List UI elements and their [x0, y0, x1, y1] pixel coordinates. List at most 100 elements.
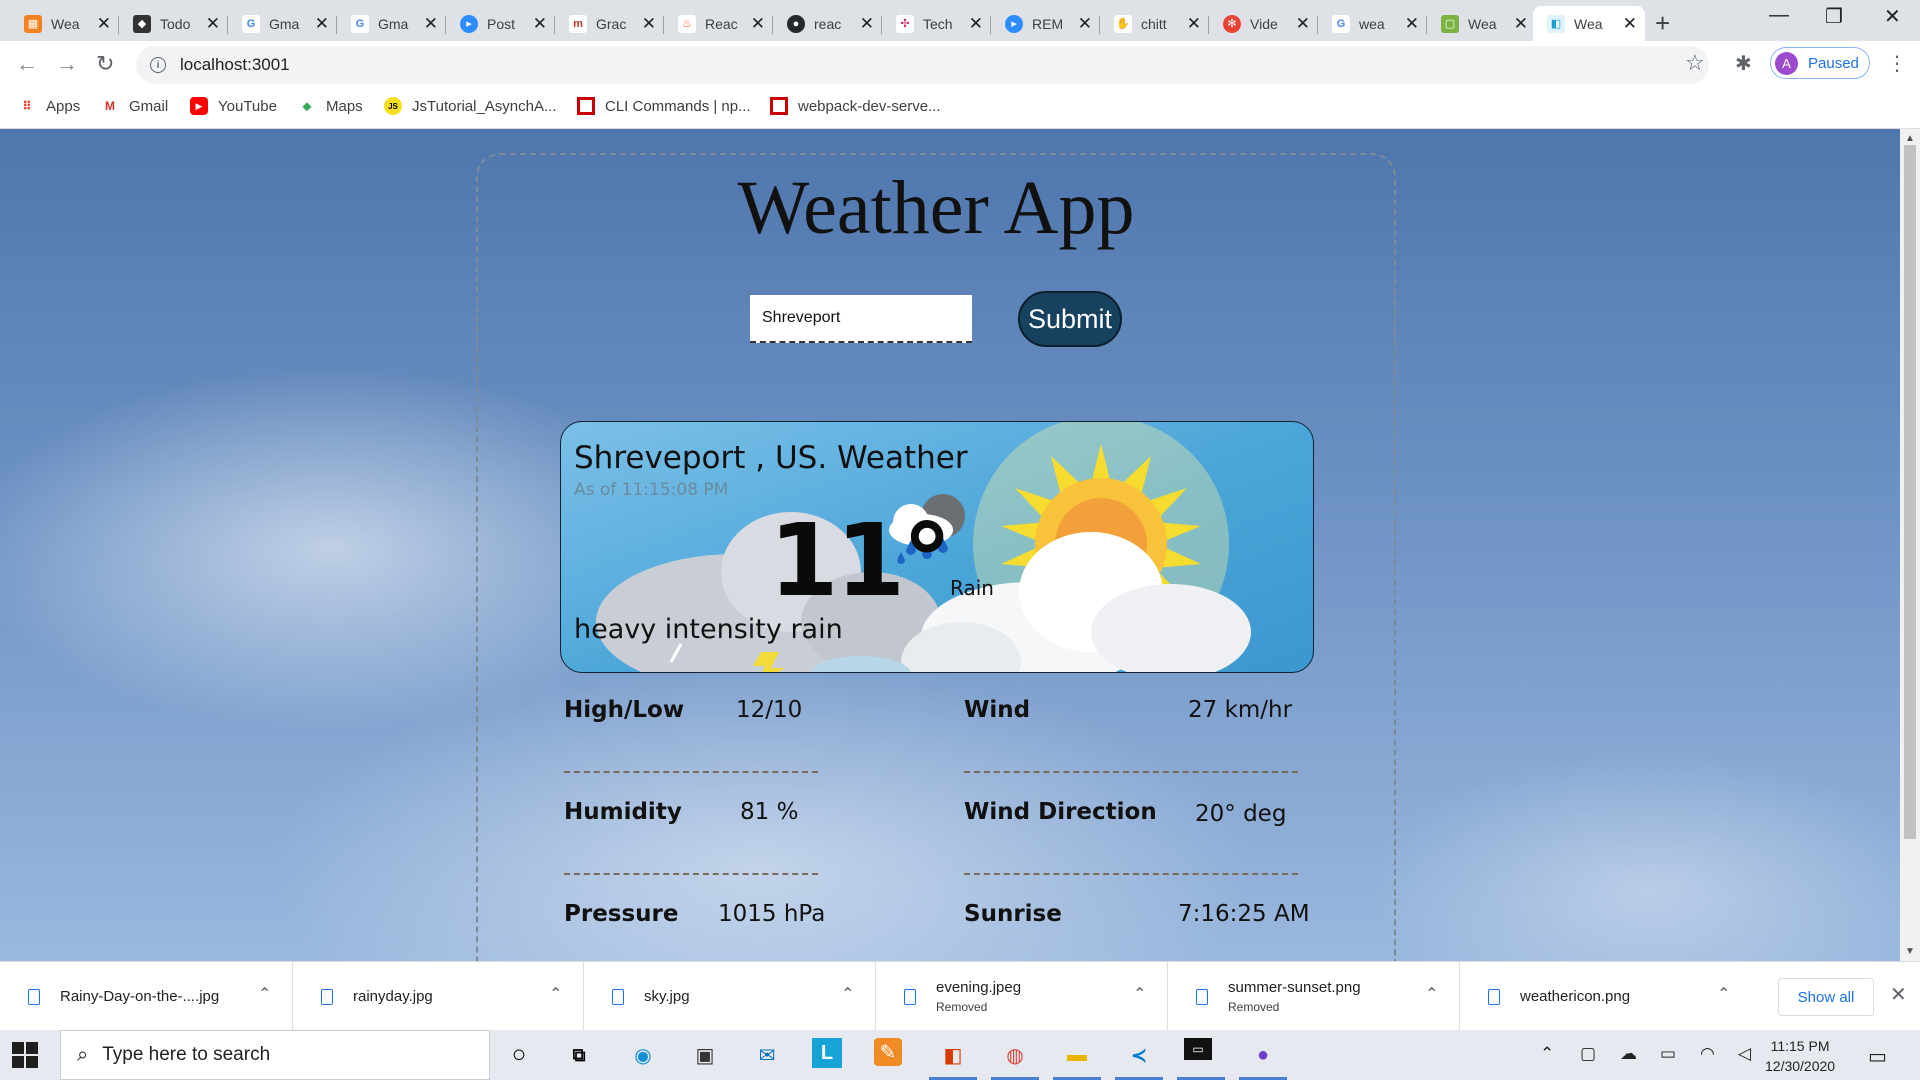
tab-gmail-2[interactable]: G Gma ✕: [337, 6, 446, 41]
profile-button[interactable]: A Paused: [1770, 47, 1870, 79]
chevron-up-icon[interactable]: ⌃: [258, 984, 271, 1004]
forward-arrow-icon[interactable]: →: [56, 51, 78, 77]
tab-chitt[interactable]: ✋ chitt ✕: [1100, 6, 1209, 41]
volume-icon[interactable]: ◁: [1738, 1044, 1751, 1064]
orange-app-icon[interactable]: ✎: [874, 1038, 902, 1066]
file-explorer-icon[interactable]: ▬: [1060, 1038, 1094, 1072]
weather-card: Shreveport , US. Weather As of 11:15:08 …: [560, 421, 1314, 673]
download-filename: evening.jpeg: [936, 979, 1022, 996]
close-shelf-icon[interactable]: ✕: [1890, 982, 1907, 1007]
close-icon[interactable]: ✕: [1405, 14, 1419, 34]
tab-rem[interactable]: ▸ REM ✕: [991, 6, 1100, 41]
device-icon[interactable]: ▢: [1580, 1044, 1596, 1064]
bookmark-cli-commands[interactable]: CLI Commands | np...: [577, 97, 751, 115]
tab-weather-2[interactable]: ▢ Wea ✕: [1427, 6, 1536, 41]
close-icon[interactable]: ✕: [1514, 14, 1528, 34]
windows-start-icon[interactable]: [12, 1042, 38, 1068]
tab-grace[interactable]: m Grac ✕: [555, 6, 664, 41]
close-icon[interactable]: ✕: [1187, 14, 1201, 34]
vscode-icon[interactable]: ≺: [1122, 1038, 1156, 1072]
tab-todo[interactable]: ◆ Todo ✕: [119, 6, 228, 41]
close-icon[interactable]: ✕: [424, 14, 438, 34]
tab-gmail-1[interactable]: G Gma ✕: [228, 6, 337, 41]
bookmark-maps[interactable]: ⬥ Maps: [298, 97, 363, 115]
tab-title: Gma: [269, 15, 300, 32]
close-icon[interactable]: ✕: [1296, 14, 1310, 34]
scrollbar-thumb[interactable]: [1904, 145, 1916, 839]
bookmark-youtube[interactable]: ▶ YouTube: [190, 97, 277, 115]
chevron-up-icon[interactable]: ⌃: [841, 984, 854, 1004]
city-search-input[interactable]: [750, 295, 972, 343]
tab-react-github[interactable]: ● reac ✕: [773, 6, 882, 41]
system-clock[interactable]: 11:15 PM 12/30/2020: [1765, 1036, 1835, 1076]
bookmark-apps[interactable]: ⠿ Apps: [18, 97, 80, 115]
stat-sunrise: Sunrise 7:16:25 AM: [964, 877, 1310, 961]
close-icon[interactable]: ✕: [969, 14, 983, 34]
tray-chevron-up-icon[interactable]: ⌃: [1540, 1044, 1554, 1064]
chevron-up-icon[interactable]: ⌃: [1717, 984, 1730, 1004]
minimize-icon[interactable]: —: [1769, 4, 1789, 27]
download-item[interactable]: weathericon.png ⌃: [1460, 962, 1752, 1031]
extensions-puzzle-icon[interactable]: ✱: [1735, 51, 1752, 76]
close-icon[interactable]: ✕: [1078, 14, 1092, 34]
tab-react-1[interactable]: ♨ Reac ✕: [664, 6, 773, 41]
info-icon[interactable]: i: [150, 57, 166, 73]
pinwheel-icon: ✻: [1223, 14, 1241, 33]
download-item[interactable]: Rainy-Day-on-the-....jpg ⌃: [0, 962, 293, 1031]
download-item[interactable]: evening.jpeg Removed ⌃: [876, 962, 1168, 1031]
scroll-up-icon[interactable]: ▲: [1905, 133, 1915, 144]
bookmark-gmail[interactable]: M Gmail: [101, 97, 168, 115]
page-scrollbar[interactable]: ▲ ▼: [1900, 129, 1920, 961]
github-desktop-icon[interactable]: ●: [1246, 1038, 1280, 1072]
close-icon[interactable]: ✕: [206, 14, 220, 34]
download-item[interactable]: sky.jpg ⌃: [584, 962, 876, 1031]
chrome-icon[interactable]: ◍: [998, 1038, 1032, 1072]
stat-wind: Wind 27 km/hr: [964, 673, 1298, 773]
window-close-icon[interactable]: ✕: [1884, 4, 1901, 29]
wifi-icon[interactable]: ◠: [1700, 1044, 1715, 1064]
show-all-downloads-button[interactable]: Show all: [1778, 978, 1874, 1016]
launcher-l-icon[interactable]: L: [812, 1038, 842, 1068]
chevron-up-icon[interactable]: ⌃: [549, 984, 562, 1004]
close-icon[interactable]: ✕: [533, 14, 547, 34]
battery-icon[interactable]: ▭: [1660, 1044, 1676, 1064]
close-icon[interactable]: ✕: [1623, 14, 1637, 34]
notification-icon[interactable]: ▭: [1868, 1044, 1887, 1069]
scroll-down-icon[interactable]: ▼: [1905, 946, 1915, 957]
close-icon[interactable]: ✕: [860, 14, 874, 34]
download-item[interactable]: summer-sunset.png Removed ⌃: [1168, 962, 1460, 1031]
close-icon[interactable]: ✕: [642, 14, 656, 34]
onedrive-offline-icon[interactable]: ☁: [1620, 1044, 1637, 1064]
submit-button[interactable]: Submit: [1018, 291, 1122, 347]
download-item[interactable]: rainyday.jpg ⌃: [293, 962, 584, 1031]
close-icon[interactable]: ✕: [751, 14, 765, 34]
close-icon[interactable]: ✕: [315, 14, 329, 34]
new-tab-button[interactable]: +: [1655, 8, 1670, 39]
bookmark-webpack[interactable]: webpack-dev-serve...: [770, 97, 941, 115]
store-bag-icon[interactable]: ▣: [688, 1038, 722, 1072]
address-bar[interactable]: i localhost:3001: [136, 46, 1709, 84]
bookmark-star-icon[interactable]: ☆: [1685, 50, 1705, 76]
chevron-up-icon[interactable]: ⌃: [1133, 984, 1146, 1004]
tab-post[interactable]: ▸ Post ✕: [446, 6, 555, 41]
task-view-icon[interactable]: ⧉: [562, 1038, 596, 1072]
bookmark-label: JsTutorial_AsynchA...: [412, 97, 557, 115]
close-icon[interactable]: ✕: [97, 14, 111, 34]
bookmark-jstutorial[interactable]: JS JsTutorial_AsynchA...: [384, 97, 557, 115]
tab-weather-1[interactable]: ▦ Wea ✕: [10, 6, 119, 41]
taskbar-search-box[interactable]: ⌕ Type here to search: [60, 1030, 490, 1080]
edge-browser-icon[interactable]: ◉: [626, 1038, 660, 1072]
tab-tech[interactable]: ✣ Tech ✕: [882, 6, 991, 41]
tab-video[interactable]: ✻ Vide ✕: [1209, 6, 1318, 41]
chevron-up-icon[interactable]: ⌃: [1425, 984, 1438, 1004]
tab-weather-active[interactable]: ◧ Wea ✕: [1533, 6, 1645, 41]
tab-weather-search[interactable]: G wea ✕: [1318, 6, 1427, 41]
terminal-icon[interactable]: ▭: [1184, 1038, 1212, 1060]
cortana-circle-icon[interactable]: ○: [502, 1038, 536, 1072]
restore-icon[interactable]: ❐: [1825, 4, 1843, 29]
reload-icon[interactable]: ↻: [96, 51, 114, 77]
menu-kebab-icon[interactable]: ⋮: [1887, 51, 1907, 76]
office-icon[interactable]: ◧: [936, 1038, 970, 1072]
back-arrow-icon[interactable]: ←: [16, 51, 38, 77]
mail-icon[interactable]: ✉: [750, 1038, 784, 1072]
